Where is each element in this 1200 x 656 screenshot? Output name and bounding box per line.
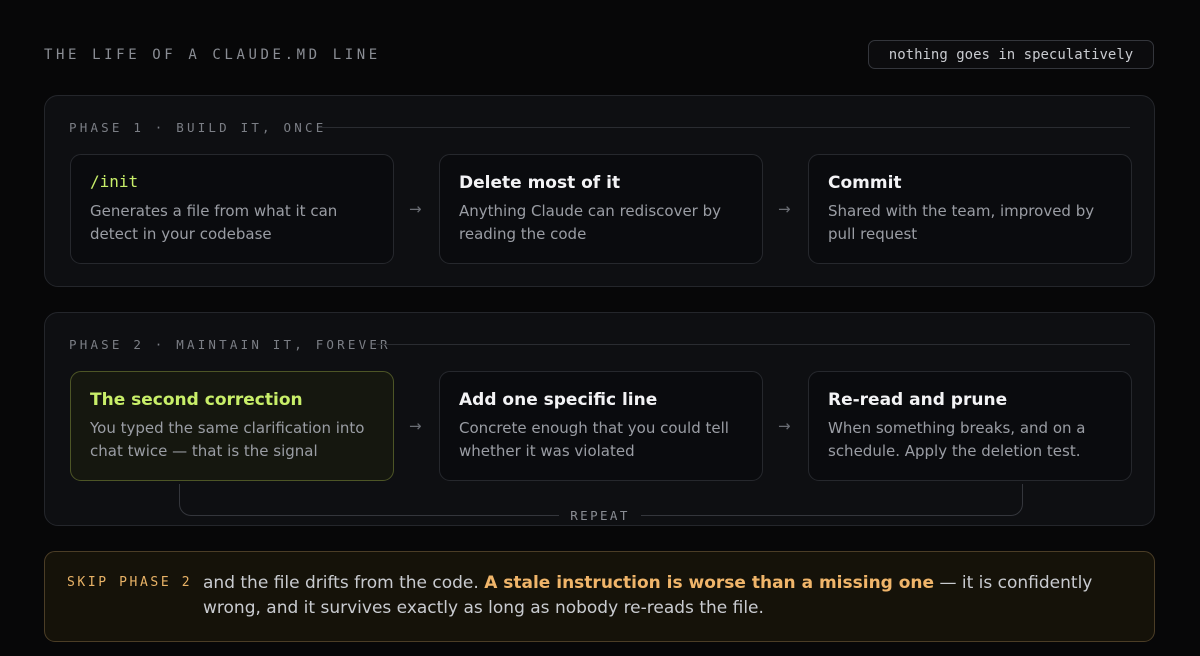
step-add-line-card: Add one specific line Concrete enough th… bbox=[439, 371, 763, 481]
arrow-right-icon: → bbox=[409, 417, 422, 435]
step-reread-prune-desc: When something breaks, and on a schedule… bbox=[828, 419, 1086, 460]
step-second-correction-title: The second correction bbox=[90, 390, 303, 410]
warning-emphasis: A stale instruction is worse than a miss… bbox=[484, 573, 935, 593]
phase-2-label: PHASE 2 · MAINTAIN IT, FOREVER bbox=[69, 337, 391, 352]
phase-1-panel: PHASE 1 · BUILD IT, ONCE /init Generates… bbox=[44, 95, 1155, 287]
phase-2-panel: PHASE 2 · MAINTAIN IT, FOREVER REPEAT Th… bbox=[44, 312, 1155, 526]
step-reread-prune-card: Re-read and prune When something breaks,… bbox=[808, 371, 1132, 481]
arrow-right-icon: → bbox=[409, 200, 422, 218]
step-commit-card: Commit Shared with the team, improved by… bbox=[808, 154, 1132, 264]
step-init-desc: Generates a file from what it can detect… bbox=[90, 202, 338, 243]
repeat-label: REPEAT bbox=[559, 508, 641, 523]
step-delete-title: Delete most of it bbox=[459, 173, 621, 193]
step-init-title: /init bbox=[90, 172, 139, 191]
step-delete-desc: Anything Claude can rediscover by readin… bbox=[459, 202, 722, 243]
step-init-card: /init Generates a file from what it can … bbox=[70, 154, 394, 264]
step-commit-desc: Shared with the team, improved by pull r… bbox=[828, 202, 1095, 243]
step-commit-title: Commit bbox=[828, 173, 902, 193]
step-reread-prune-title: Re-read and prune bbox=[828, 390, 1008, 410]
page-title: THE LIFE OF A CLAUDE.MD LINE bbox=[44, 47, 381, 63]
phase-2-divider bbox=[377, 344, 1130, 345]
arrow-right-icon: → bbox=[778, 417, 791, 435]
warning-label: SKIP PHASE 2 bbox=[67, 575, 193, 590]
step-second-correction-desc: You typed the same clarification into ch… bbox=[90, 419, 365, 460]
principle-badge: nothing goes in speculatively bbox=[868, 40, 1154, 69]
step-second-correction-card: The second correction You typed the same… bbox=[70, 371, 394, 481]
step-add-line-title: Add one specific line bbox=[459, 390, 658, 410]
step-add-line-desc: Concrete enough that you could tell whet… bbox=[459, 419, 729, 460]
phase-1-label: PHASE 1 · BUILD IT, ONCE bbox=[69, 120, 327, 135]
warning-text-lead: and the file drifts from the code. bbox=[203, 573, 485, 593]
warning-text: and the file drifts from the code. A sta… bbox=[203, 571, 1143, 621]
step-delete-card: Delete most of it Anything Claude can re… bbox=[439, 154, 763, 264]
skip-phase-warning: SKIP PHASE 2 and the file drifts from th… bbox=[44, 551, 1155, 642]
phase-1-divider bbox=[319, 127, 1130, 128]
arrow-right-icon: → bbox=[778, 200, 791, 218]
